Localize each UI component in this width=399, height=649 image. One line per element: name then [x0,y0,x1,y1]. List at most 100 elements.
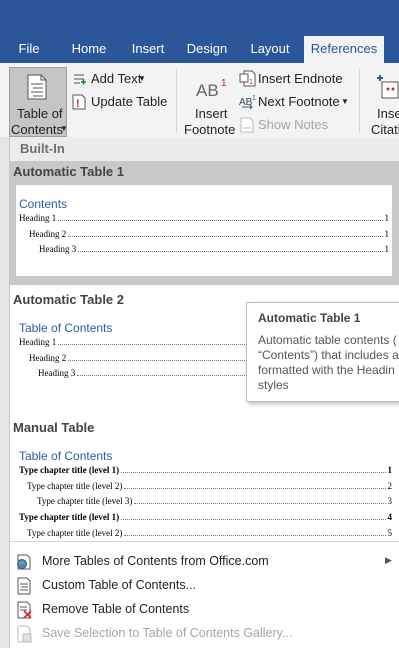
insert-endnote-label: Insert Endnote [258,71,343,86]
preview-toc-line-text: Heading 1 [19,213,57,223]
update-table-button[interactable]: ! Update Table [70,93,170,111]
save-selection-icon [17,625,32,643]
toc-menu: More Tables of Contents from Office.com … [10,541,399,649]
insert-citation-icon [377,75,399,99]
preview-toc-line-page: 4 [387,512,393,522]
gallery-tooltip: Automatic Table 1 Automatic table conten… [246,302,399,402]
group-separator [359,69,360,133]
svg-text:1: 1 [221,78,227,89]
preview-toc-line-text: Heading 2 [29,353,67,363]
office-com-icon [17,554,31,570]
preview-toc-line: Type chapter title (level 2) 5 [27,528,392,538]
svg-text:!: ! [76,98,80,110]
show-notes-label: Show Notes [258,117,329,132]
toc-label-line2: Contents [11,122,64,137]
preview-toc-line-text: Heading 3 [39,244,77,254]
preview-toc-line-page: 1 [384,229,390,239]
preview-toc-line: Heading 3 1 [39,244,389,254]
tooltip-title: Automatic Table 1 [258,311,361,325]
toc-label-line1: Table of [17,106,63,121]
preview-toc-line-text: Heading 3 [38,368,76,378]
insert-footnote-button[interactable]: AB 1 Insert Footnote [181,70,237,137]
preview-toc-line-text: Type chapter title (level 2) [27,481,123,491]
custom-toc-icon [17,577,31,595]
built-in-section-header: Built-In [10,137,399,161]
preview-toc-line-page: 1 [387,465,393,475]
more-tables-label: More Tables of Contents from Office.com [42,554,269,568]
preview-toc-line: Heading 1 1 [19,213,389,223]
gallery-item-automatic-table-1[interactable]: Automatic Table 1 Contents Heading 1 1 He… [10,161,399,285]
preview-toc-line-page: 5 [387,528,393,538]
preview-contents-title: Contents [19,197,68,211]
update-table-icon: ! [72,94,86,110]
tab-insert[interactable]: Insert [120,36,176,63]
title-bar [0,0,399,36]
insert-endnote-icon: 1 [239,70,256,87]
preview-toc-line-text: Type chapter title (level 1) [19,512,120,522]
tooltip-body-line: formatted with the Headin [258,363,395,377]
save-selection-label: Save Selection to Table of Contents Gall… [42,626,293,640]
tooltip-body-line: Automatic table contents ( [258,333,397,347]
insert-footnote-label-line1: Insert [195,106,228,121]
add-text-button[interactable]: Add Text ▼ [70,70,156,88]
svg-text:AB: AB [239,97,253,108]
ribbon-tab-row: File Home Insert Design Layout Reference… [0,36,399,63]
next-footnote-label: Next Footnote [258,94,340,109]
insert-footnote-label-line2: Footnote [184,122,236,137]
show-notes-icon [240,117,254,133]
show-notes-button[interactable]: Show Notes [238,116,338,134]
tab-layout[interactable]: Layout [238,36,302,63]
chevron-right-icon: ▶ [385,555,392,565]
gallery-item-title: Automatic Table 2 [13,292,125,307]
gallery-item-preview: Contents Heading 1 1 Heading 2 1 Heading 3… [16,185,392,276]
remove-toc-icon [17,601,32,619]
gallery-item-manual-table[interactable]: Manual Table Table of Contents Type chap… [10,417,399,541]
svg-text:1: 1 [249,79,253,86]
more-tables-menu-item[interactable]: More Tables of Contents from Office.com … [10,550,399,574]
update-table-label: Update Table [91,94,168,109]
insert-citation-label-line1: Inse [377,106,399,121]
next-footnote-icon: AB 1 [239,95,256,110]
next-footnote-button[interactable]: AB 1 Next Footnote ▼ [238,93,350,111]
document-area [0,137,9,648]
tab-design[interactable]: Design [178,36,236,63]
preview-contents-title: Table of Contents [19,449,113,463]
preview-toc-line-text: Type chapter title (level 1) [19,465,120,475]
custom-toc-label: Custom Table of Contents... [42,578,197,592]
chevron-down-icon: ▼ [341,97,349,106]
chevron-down-icon: ▼ [138,74,146,83]
add-text-label: Add Text [91,71,142,86]
svg-text:1: 1 [252,95,256,102]
chevron-down-icon: ▼ [60,124,68,133]
gallery-item-title: Manual Table [13,420,95,435]
add-text-icon [74,74,86,85]
tab-home[interactable]: Home [60,36,118,63]
table-of-contents-icon [27,74,47,100]
preview-toc-line-page: 1 [384,213,390,223]
insert-footnote-icon: AB 1 [196,78,227,100]
save-selection-menu-item[interactable]: Save Selection to Table of Contents Gall… [10,622,399,646]
preview-contents-title: Table of Contents [19,321,113,335]
preview-toc-line: Type chapter title (level 3) 3 [37,496,392,506]
group-separator [176,69,177,133]
remove-toc-menu-item[interactable]: Remove Table of Contents [10,598,399,622]
tab-file[interactable]: File [0,36,58,63]
preview-toc-line: Type chapter title (level 2) 2 [27,481,392,491]
preview-toc-line-text: Type chapter title (level 2) [27,528,123,538]
insert-endnote-button[interactable]: 1 Insert Endnote [238,70,348,88]
tab-references[interactable]: References [304,36,384,63]
tooltip-body-line: “Contents”) that includes a [258,348,399,362]
gallery-item-title: Automatic Table 1 [13,164,125,179]
preview-toc-line-page: 3 [387,496,393,506]
custom-toc-menu-item[interactable]: Custom Table of Contents... [10,574,399,598]
preview-toc-line: Heading 2 1 [29,229,389,239]
tooltip-body-line: styles [258,378,289,392]
insert-citation-button[interactable]: Inse Citati [366,70,399,136]
preview-toc-line-text: Type chapter title (level 3) [37,496,133,506]
remove-toc-label: Remove Table of Contents [42,602,190,616]
table-of-contents-button[interactable]: Table of Contents ▼ [9,67,68,137]
preview-toc-line: Type chapter title (level 1) 1 [19,465,392,475]
preview-toc-line-text: Heading 1 [19,337,57,347]
preview-toc-line: Type chapter title (level 1) 4 [19,512,392,522]
preview-toc-line-page: 2 [387,481,393,491]
